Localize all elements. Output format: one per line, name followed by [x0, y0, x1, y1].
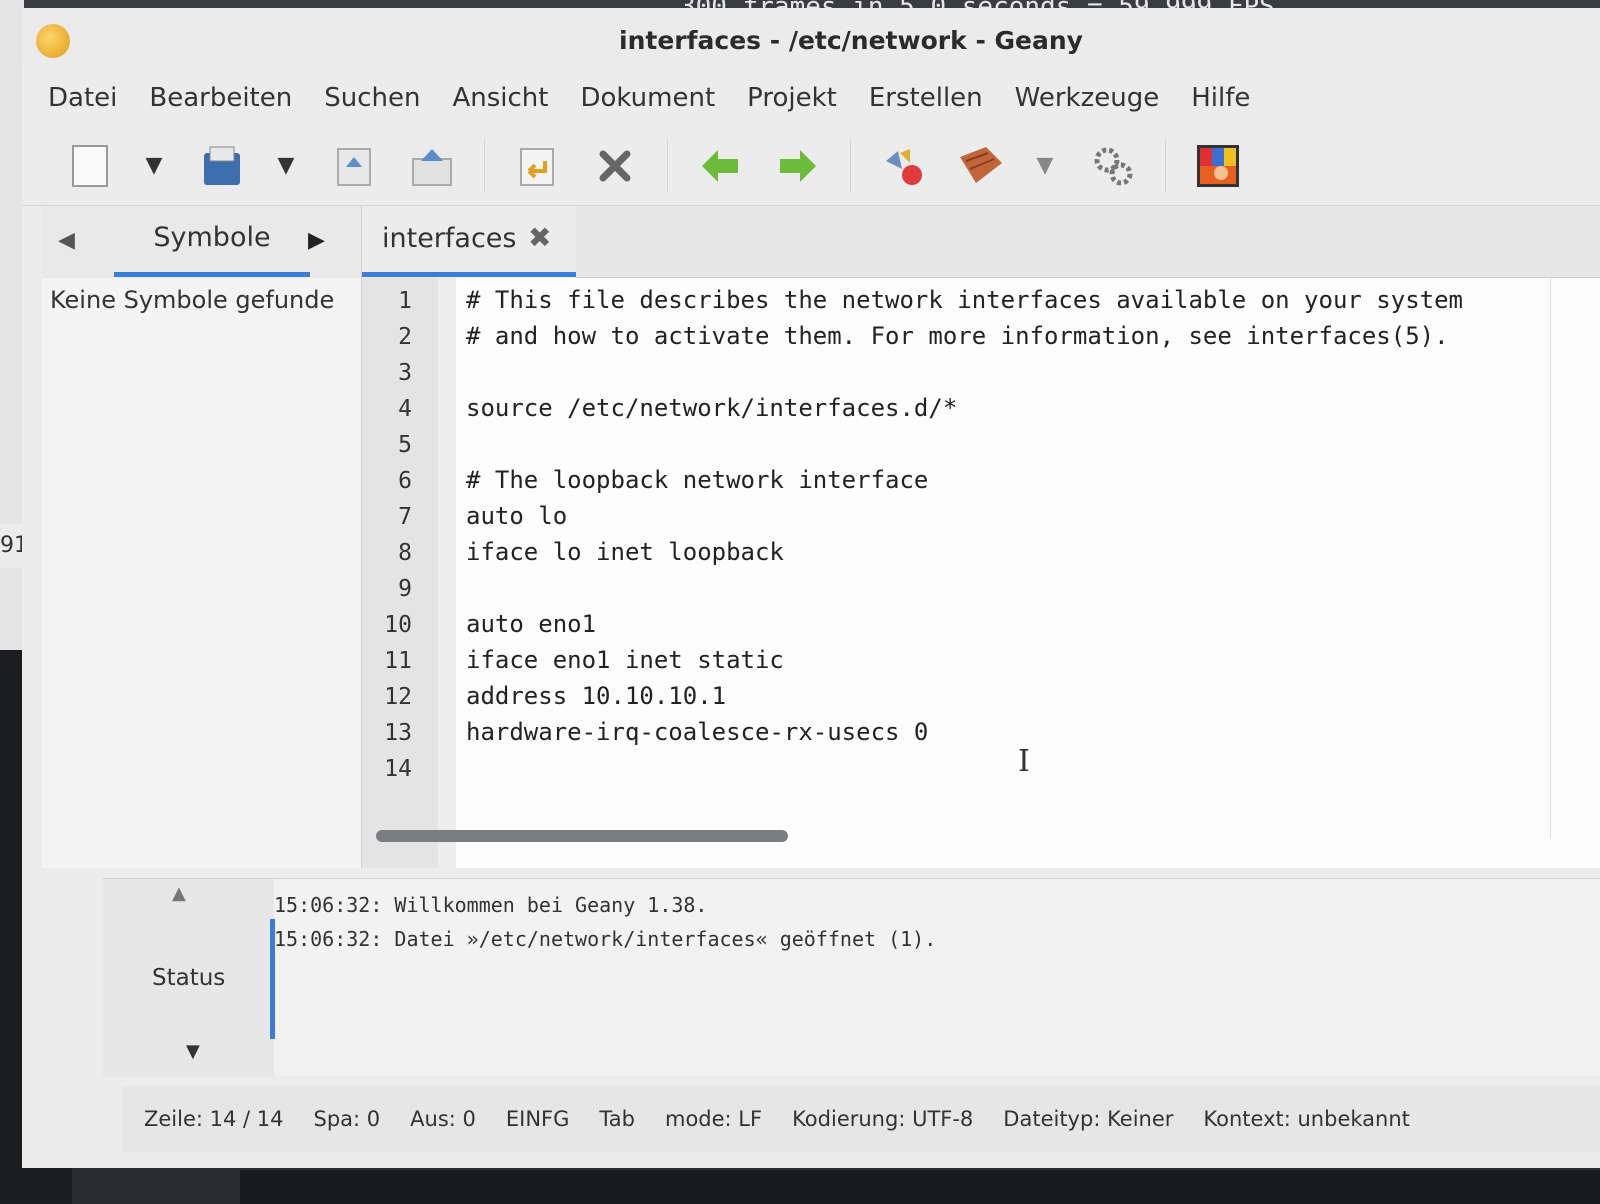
menu-hilfe[interactable]: Hilfe	[1191, 83, 1250, 113]
code-line: hardware-irq-coalesce-rx-usecs 0	[466, 718, 929, 746]
preferences-icon[interactable]	[1087, 140, 1139, 192]
tab-scroll-left-icon[interactable]: ◀	[58, 228, 75, 253]
compile-icon[interactable]	[877, 140, 929, 192]
title-bar[interactable]: interfaces - /etc/network - Geany	[22, 8, 1600, 70]
geany-window: interfaces - /etc/network - Geany Datei …	[22, 8, 1600, 1168]
code-editor[interactable]: 1 # This file describes the network inte…	[362, 278, 1600, 868]
code-line: address 10.10.10.1	[466, 682, 727, 710]
status-insert-mode: EINFG	[505, 1107, 570, 1131]
menu-suchen[interactable]: Suchen	[324, 83, 420, 113]
background-taskbar	[240, 1170, 1600, 1204]
status-selection: Aus: 0	[410, 1107, 476, 1131]
status-message: 15:06:32: Datei »/etc/network/interfaces…	[274, 927, 937, 951]
status-encoding: Kodierung: UTF-8	[792, 1107, 974, 1131]
line-number: 8	[398, 540, 412, 566]
code-line: # and how to activate them. For more inf…	[466, 322, 1449, 350]
active-tab-indicator	[362, 272, 576, 277]
status-line: Zeile: 14 / 14	[144, 1107, 284, 1131]
editor-area: interfaces ✖ 1 # This file describes the…	[362, 206, 1600, 868]
window-title: interfaces - /etc/network - Geany	[619, 26, 1083, 55]
menu-bar: Datei Bearbeiten Suchen Ansicht Dokument…	[22, 70, 1600, 126]
line-number: 5	[398, 432, 412, 458]
save-icon[interactable]	[328, 140, 380, 192]
sidebar-tabs: ◀ Symbole ▶	[42, 206, 361, 278]
code-line: iface lo inet loopback	[466, 538, 784, 566]
tab-label: interfaces	[382, 223, 517, 254]
menu-bearbeiten[interactable]: Bearbeiten	[149, 83, 292, 113]
toolbar-separator	[667, 138, 668, 193]
status-eol-mode: mode: LF	[664, 1107, 763, 1131]
color-chooser-icon[interactable]	[1192, 140, 1244, 192]
line-number: 6	[398, 468, 412, 494]
status-filetype: Dateityp: Keiner	[1003, 1107, 1174, 1131]
code-line: iface eno1 inet static	[466, 646, 784, 674]
tab-symbole[interactable]: Symbole	[112, 222, 312, 253]
sidebar: ◀ Symbole ▶ Keine Symbole gefunde	[42, 206, 362, 868]
tab-scroll-up-icon[interactable]: ▲	[172, 883, 186, 904]
menu-dokument[interactable]: Dokument	[580, 83, 715, 113]
line-number: 12	[384, 684, 412, 710]
line-number: 14	[384, 756, 412, 782]
menu-projekt[interactable]: Projekt	[747, 83, 837, 113]
line-number: 1	[398, 288, 412, 314]
build-icon[interactable]	[955, 140, 1007, 192]
line-number: 9	[398, 576, 412, 602]
code-line: # This file describes the network interf…	[466, 286, 1463, 314]
close-icon[interactable]	[589, 140, 641, 192]
code-line: # The loopback network interface	[466, 466, 929, 494]
open-file-dropdown-icon[interactable]: ▼	[274, 140, 298, 192]
text-cursor-icon: I	[1018, 744, 1030, 779]
line-number: 10	[384, 612, 412, 638]
status-column: Spa: 0	[313, 1107, 381, 1131]
status-bar: Zeile: 14 / 14 Spa: 0 Aus: 0 EINFG Tab m…	[122, 1086, 1600, 1152]
status-context: Kontext: unbekannt	[1203, 1107, 1410, 1131]
code-line: auto lo	[466, 502, 568, 530]
new-file-icon[interactable]	[64, 140, 116, 192]
symbols-empty-message: Keine Symbole gefunde	[50, 286, 335, 314]
active-tab-indicator	[114, 272, 310, 277]
open-file-icon[interactable]	[196, 140, 248, 192]
line-number: 11	[384, 648, 412, 674]
main-area: ◀ Symbole ▶ Keine Symbole gefunde interf…	[22, 206, 1600, 868]
tab-scroll-down-icon[interactable]: ▼	[186, 1041, 200, 1062]
forward-icon[interactable]	[772, 140, 824, 192]
tab-close-icon[interactable]: ✖	[528, 221, 551, 254]
fold-margin[interactable]	[438, 278, 456, 868]
line-number: 4	[398, 396, 412, 422]
menu-erstellen[interactable]: Erstellen	[869, 83, 983, 113]
status-indent: Tab	[599, 1107, 635, 1131]
toolbar-separator	[850, 138, 851, 193]
tab-scroll-right-icon[interactable]: ▶	[308, 228, 325, 253]
horizontal-scrollbar[interactable]	[376, 830, 788, 842]
message-tabs: ▲ Status ▼	[102, 879, 274, 1077]
status-message: 15:06:32: Willkommen bei Geany 1.38.	[274, 893, 708, 917]
tab-status[interactable]: Status	[152, 965, 225, 991]
tab-interfaces[interactable]: interfaces ✖	[362, 206, 576, 278]
toolbar: ▼ ▼ ▼	[22, 126, 1600, 206]
menu-werkzeuge[interactable]: Werkzeuge	[1015, 83, 1160, 113]
code-line: auto eno1	[466, 610, 597, 638]
code-line: source /etc/network/interfaces.d/*	[466, 394, 958, 422]
back-icon[interactable]	[694, 140, 746, 192]
line-number: 3	[398, 360, 412, 386]
line-number: 2	[398, 324, 412, 350]
toolbar-separator	[484, 138, 485, 193]
revert-icon[interactable]	[511, 140, 563, 192]
build-dropdown-icon[interactable]: ▼	[1033, 140, 1057, 192]
toolbar-separator	[1165, 138, 1166, 193]
document-tabs: interfaces ✖	[362, 206, 1600, 278]
menu-datei[interactable]: Datei	[48, 83, 117, 113]
save-all-icon[interactable]	[406, 140, 458, 192]
line-number: 13	[384, 720, 412, 746]
long-line-marker	[1550, 278, 1551, 838]
new-file-dropdown-icon[interactable]: ▼	[142, 140, 166, 192]
message-window: ▲ Status ▼ 15:06:32: Willkommen bei Gean…	[102, 878, 1600, 1077]
menu-ansicht[interactable]: Ansicht	[452, 83, 548, 113]
line-number: 7	[398, 504, 412, 530]
